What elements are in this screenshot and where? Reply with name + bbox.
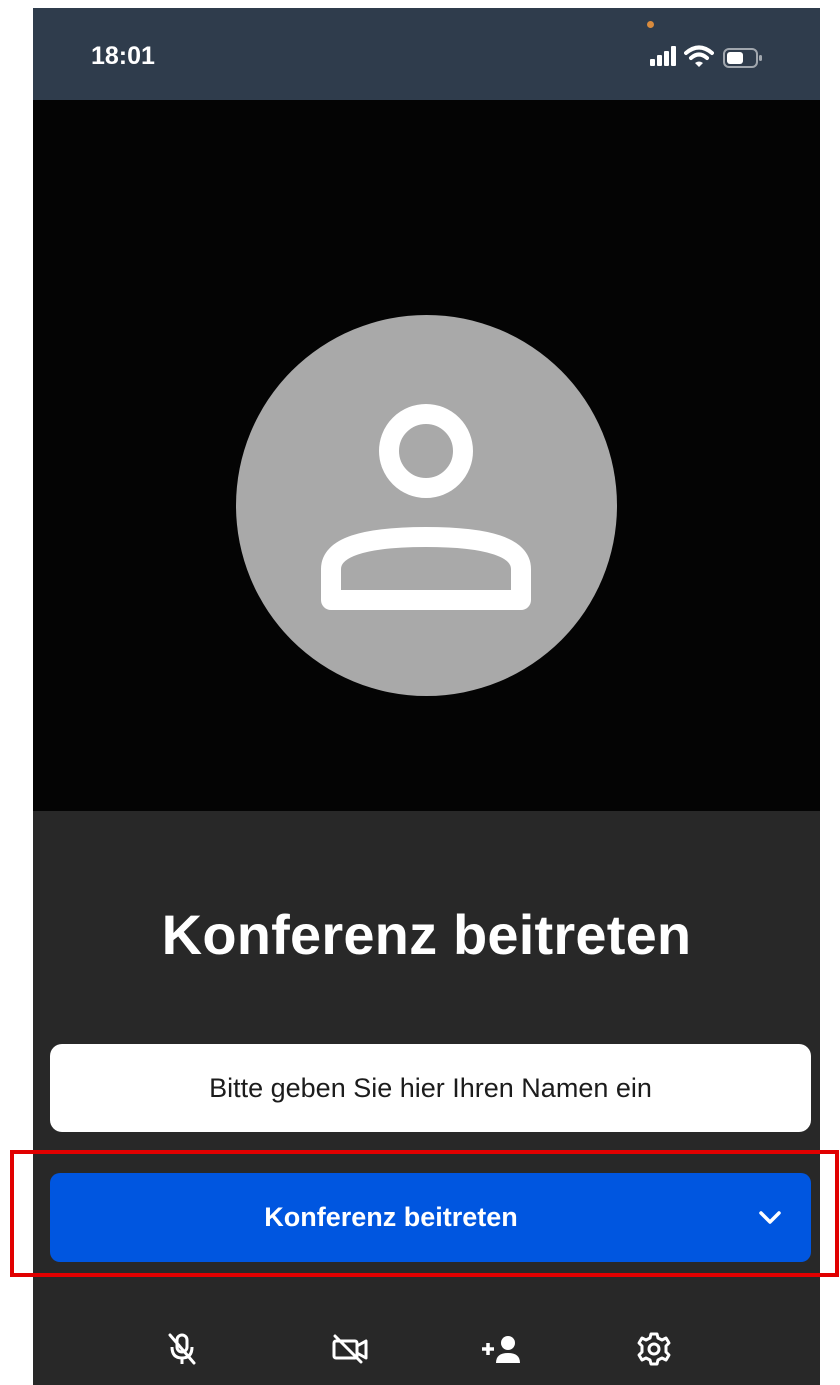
cellular-signal-icon xyxy=(650,46,676,66)
avatar xyxy=(236,315,617,696)
invite-participant-button[interactable] xyxy=(478,1326,524,1372)
settings-button[interactable] xyxy=(631,1326,677,1372)
join-conference-button[interactable]: Konferenz beitreten xyxy=(50,1173,811,1262)
camera-indicator-dot xyxy=(647,21,654,28)
user-avatar-icon xyxy=(321,404,531,610)
microphone-off-icon xyxy=(168,1333,196,1365)
mute-microphone-button[interactable] xyxy=(159,1326,205,1372)
page-title: Konferenz beitreten xyxy=(161,903,692,966)
status-bar: 18:01 xyxy=(33,8,820,100)
camera-off-icon xyxy=(332,1334,368,1364)
wifi-icon xyxy=(684,45,714,67)
gear-icon xyxy=(637,1332,671,1366)
name-input[interactable] xyxy=(50,1044,811,1132)
video-preview xyxy=(33,100,820,811)
battery-icon xyxy=(723,48,762,68)
chevron-down-icon[interactable] xyxy=(755,1203,785,1233)
status-time: 18:01 xyxy=(91,42,155,70)
camera-toggle-button[interactable] xyxy=(327,1326,373,1372)
join-button-label: Konferenz beitreten xyxy=(264,1202,518,1232)
phone-screen: 18:01 Konferenz beitreten Ko xyxy=(33,8,820,1385)
invite-person-icon xyxy=(482,1336,520,1363)
